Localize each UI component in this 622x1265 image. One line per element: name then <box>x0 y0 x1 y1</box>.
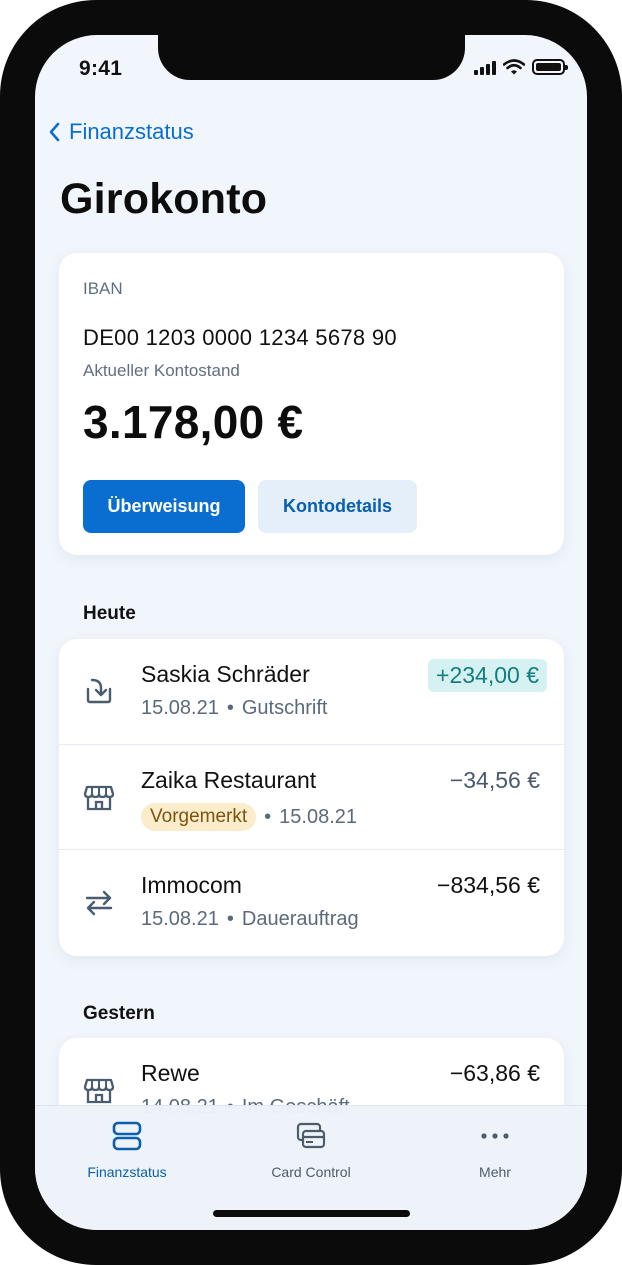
transfer-arrows-icon <box>85 890 113 916</box>
transaction-name: Zaika Restaurant <box>141 767 317 793</box>
transaction-row[interactable]: Immocom 15.08.21 • Dauerauftrag −834,56 … <box>59 849 564 955</box>
app-screen: 9:41 Finanzstatus Girokonto IBAN DE00 12… <box>35 35 587 1230</box>
back-button[interactable]: Finanzstatus <box>47 119 194 145</box>
transaction-name: Rewe <box>141 1060 200 1086</box>
separator-dot: • <box>226 697 234 719</box>
pending-badge: Vorgemerkt <box>141 803 257 831</box>
transactions-today-card: Saskia Schräder 15.08.21 • Gutschrift +2… <box>59 639 564 956</box>
store-icon <box>83 785 115 811</box>
incoming-download-icon <box>86 678 112 704</box>
tab-label: Finanzstatus <box>87 1164 167 1180</box>
more-dots-icon <box>481 1133 509 1139</box>
transaction-date: 15.08.21 <box>141 908 219 930</box>
transaction-date: 15.08.21 <box>141 697 219 719</box>
status-time: 9:41 <box>79 57 123 80</box>
balance-amount: 3.178,00 € <box>83 396 304 448</box>
section-label-yesterday: Gestern <box>83 1003 155 1024</box>
finance-stack-icon <box>112 1121 142 1151</box>
status-icons <box>474 59 568 75</box>
store-icon <box>83 1078 115 1104</box>
transaction-row[interactable]: Zaika Restaurant Vorgemerkt • 15.08.21 −… <box>59 744 564 850</box>
section-label-today: Heute <box>83 603 136 624</box>
tab-mehr[interactable]: Mehr <box>415 1118 575 1180</box>
transaction-meta: Vorgemerkt • 15.08.21 <box>141 803 357 831</box>
back-label: Finanzstatus <box>69 119 194 144</box>
home-indicator[interactable] <box>213 1210 410 1217</box>
iban-label: IBAN <box>83 279 123 298</box>
separator-dot: • <box>226 908 234 930</box>
transaction-name: Saskia Schräder <box>141 661 310 687</box>
tab-card-control[interactable]: Card Control <box>231 1118 391 1180</box>
transaction-amount: −34,56 € <box>449 767 540 793</box>
battery-icon <box>532 59 568 75</box>
transaction-meta: 15.08.21 • Dauerauftrag <box>141 908 359 931</box>
separator-dot: • <box>264 805 272 828</box>
balance-label: Aktueller Kontostand <box>83 361 240 380</box>
page-title: Girokonto <box>60 175 268 223</box>
cellular-signal-icon <box>474 60 496 75</box>
transaction-type: Gutschrift <box>241 697 328 719</box>
wifi-icon <box>503 59 525 75</box>
account-details-button[interactable]: Kontodetails <box>258 480 417 533</box>
transaction-row[interactable]: Saskia Schräder 15.08.21 • Gutschrift +2… <box>59 639 564 745</box>
iban-value: DE00 1203 0000 1234 5678 90 <box>83 325 397 350</box>
chevron-left-icon <box>49 122 60 142</box>
transfer-button[interactable]: Überweisung <box>83 480 245 533</box>
transaction-amount: −834,56 € <box>437 872 540 898</box>
cards-icon <box>296 1122 326 1149</box>
transaction-amount: +234,00 € <box>428 659 547 692</box>
transaction-name: Immocom <box>141 872 242 898</box>
transaction-amount: −63,86 € <box>449 1060 540 1086</box>
transaction-date: 15.08.21 <box>279 805 358 828</box>
transaction-meta: 15.08.21 • Gutschrift <box>141 697 327 720</box>
account-card: IBAN DE00 1203 0000 1234 5678 90 Aktuell… <box>59 253 564 555</box>
tab-label: Card Control <box>271 1164 351 1180</box>
tab-finanzstatus[interactable]: Finanzstatus <box>47 1118 207 1180</box>
transaction-type: Dauerauftrag <box>241 908 359 930</box>
tab-label: Mehr <box>479 1164 511 1180</box>
notch <box>158 35 465 80</box>
phone-frame: 9:41 Finanzstatus Girokonto IBAN DE00 12… <box>0 0 622 1265</box>
